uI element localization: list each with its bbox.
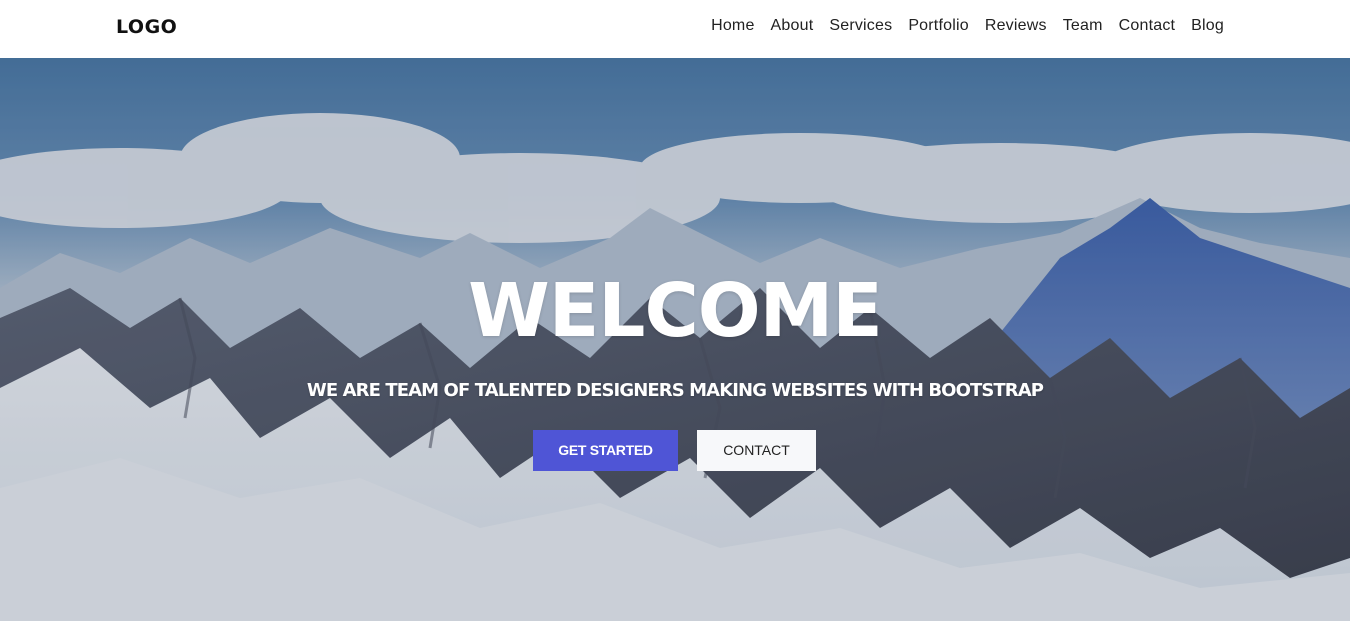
nav-link-team[interactable]: Team bbox=[1063, 17, 1103, 34]
nav-link-about[interactable]: About bbox=[771, 17, 814, 34]
nav-item-blog: Blog bbox=[1191, 17, 1224, 35]
get-started-button[interactable]: GET STARTED bbox=[533, 430, 678, 471]
nav-item-team: Team bbox=[1063, 17, 1103, 35]
nav-item-portfolio: Portfolio bbox=[908, 17, 969, 35]
nav-link-contact[interactable]: Contact bbox=[1119, 17, 1176, 34]
contact-button[interactable]: CONTACT bbox=[697, 430, 816, 471]
nav-link-portfolio[interactable]: Portfolio bbox=[908, 17, 969, 34]
hero-section: WELCOME WE ARE TEAM OF TALENTED DESIGNER… bbox=[0, 58, 1350, 621]
nav-item-contact: Contact bbox=[1119, 17, 1176, 35]
nav-item-reviews: Reviews bbox=[985, 17, 1047, 35]
nav-link-home[interactable]: Home bbox=[711, 17, 754, 34]
nav-item-home: Home bbox=[711, 17, 754, 35]
logo[interactable]: LOGO bbox=[116, 16, 177, 38]
nav-link-services[interactable]: Services bbox=[829, 17, 892, 34]
nav-link-blog[interactable]: Blog bbox=[1191, 17, 1224, 34]
nav-item-about: About bbox=[771, 17, 814, 35]
navbar: LOGO Home About Services Portfolio Revie… bbox=[0, 0, 1350, 58]
hero-title: WELCOME bbox=[468, 268, 883, 354]
nav-menu: Home About Services Portfolio Reviews Te… bbox=[711, 17, 1224, 35]
hero-subtitle: WE ARE TEAM OF TALENTED DESIGNERS MAKING… bbox=[306, 380, 1044, 401]
nav-link-reviews[interactable]: Reviews bbox=[985, 17, 1047, 34]
nav-item-services: Services bbox=[829, 17, 892, 35]
